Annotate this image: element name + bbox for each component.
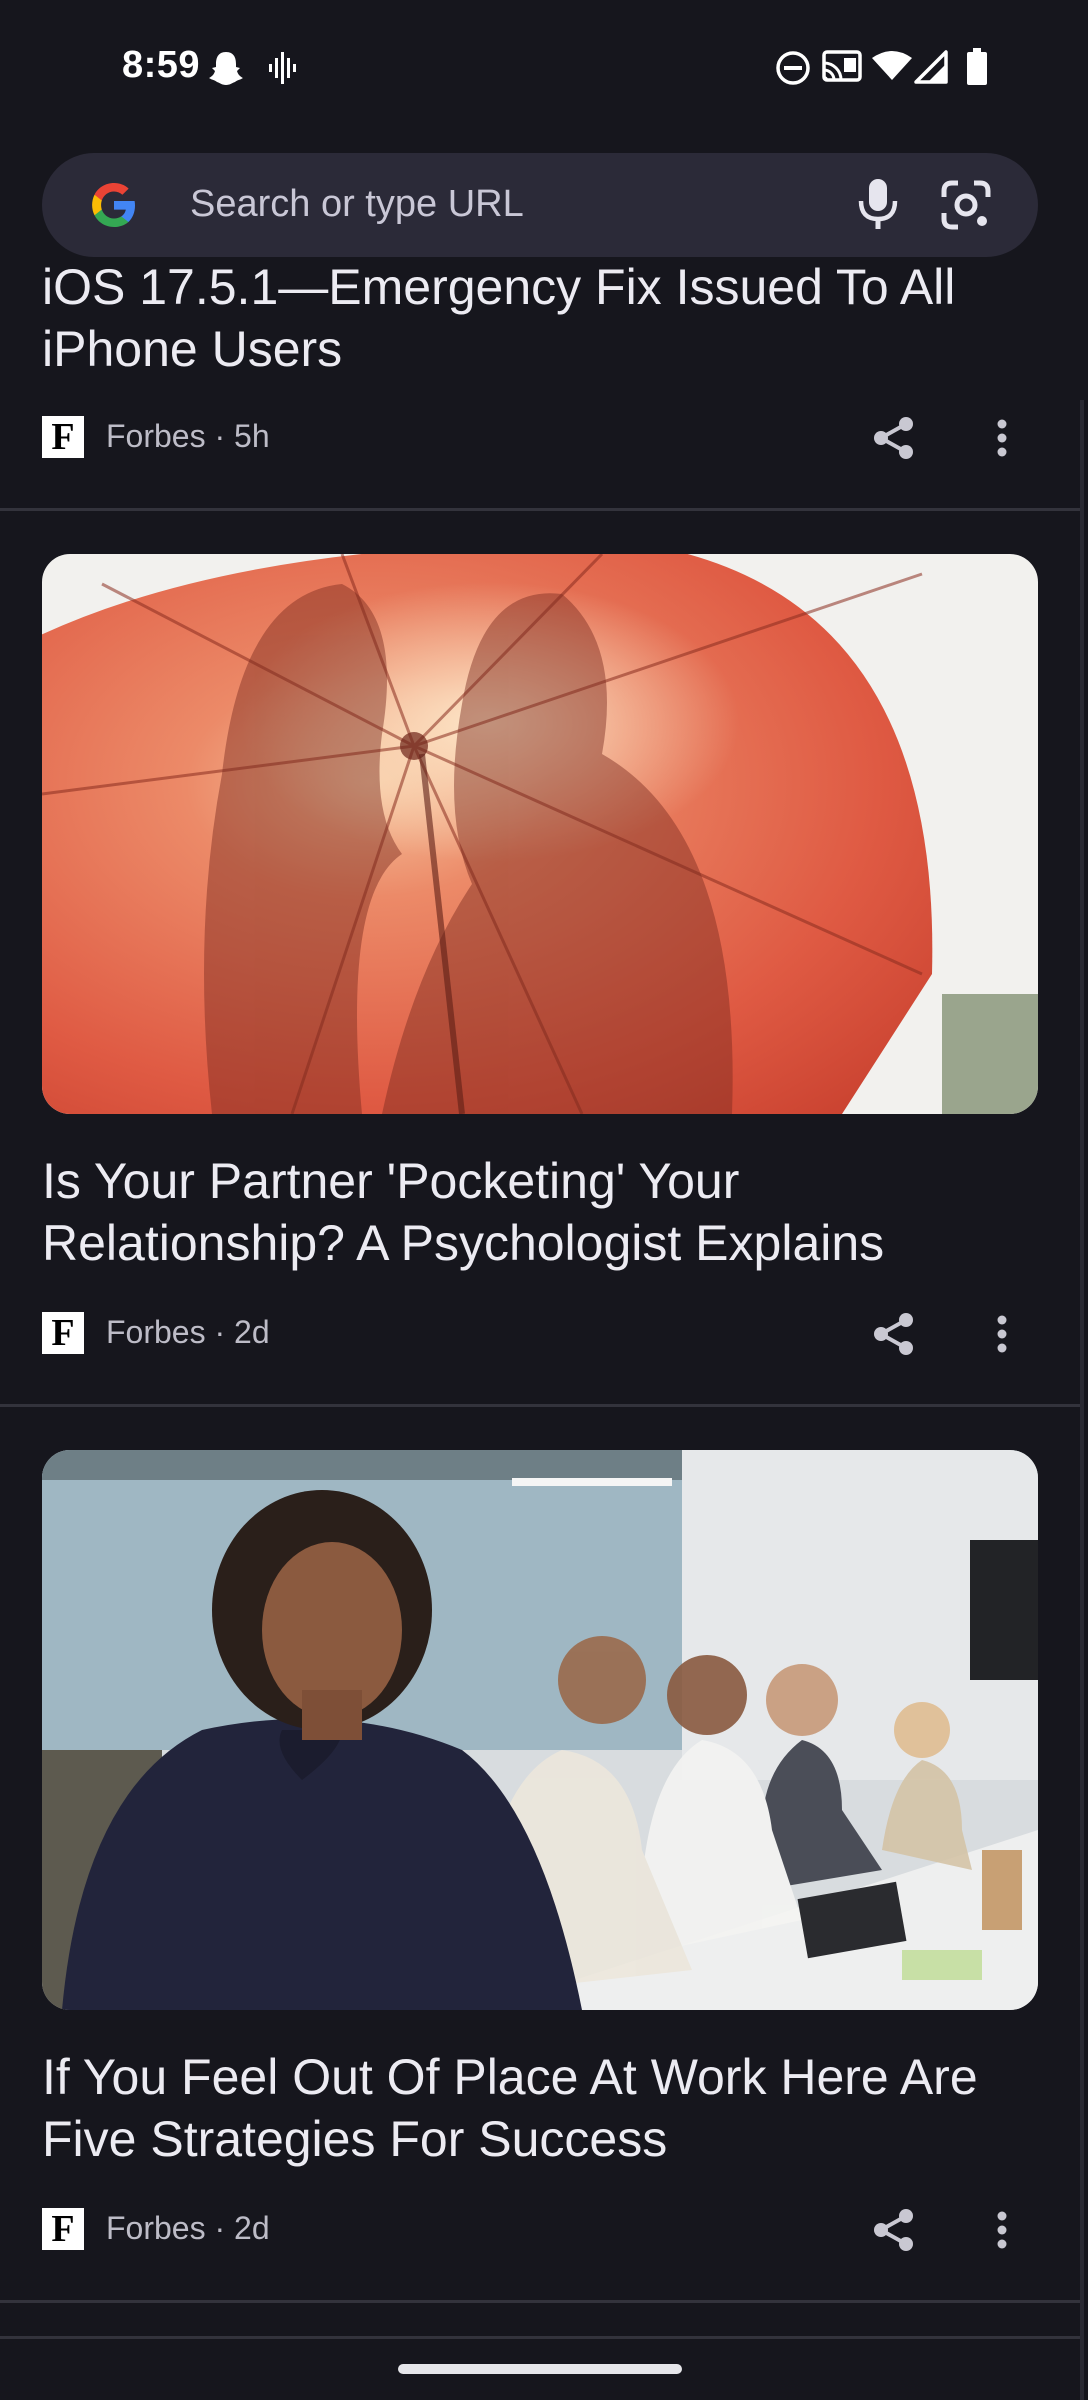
office-meeting-image: [42, 1450, 1038, 2010]
snapchat-icon: [209, 52, 243, 85]
article-title-line-2: Five Strategies For Success: [42, 2111, 668, 2167]
share-icon: [874, 417, 913, 459]
more-options-button[interactable]: [982, 1306, 1022, 1362]
article-title-line-1: If You Feel Out Of Place At Work Here Ar…: [42, 2049, 978, 2105]
article-meta: F Forbes · 2d: [42, 1304, 1042, 1364]
search-placeholder[interactable]: Search or type URL: [190, 183, 524, 226]
share-icon: [874, 2209, 913, 2251]
status-time: 8:59: [122, 44, 201, 86]
article-image-umbrella[interactable]: [42, 554, 1038, 1114]
divider: [0, 1404, 1080, 1407]
forbes-logo: F: [42, 416, 84, 458]
umbrella-couple-image: [42, 554, 1038, 1114]
google-lens-icon[interactable]: [938, 177, 994, 233]
omnibox-search-bar[interactable]: Search or type URL: [42, 153, 1038, 257]
microphone-icon[interactable]: [856, 175, 900, 235]
article-title[interactable]: iOS 17.5.1—Emergency Fix Issued To All i…: [42, 256, 1042, 380]
more-vert-icon: [997, 419, 1007, 457]
forbes-logo: F: [42, 1312, 84, 1354]
gesture-navigation-handle[interactable]: [398, 2364, 682, 2374]
more-vert-icon: [997, 2211, 1007, 2249]
article-title[interactable]: If You Feel Out Of Place At Work Here Ar…: [42, 2046, 1042, 2170]
more-options-button[interactable]: [982, 2202, 1022, 2258]
do-not-disturb-icon: [776, 51, 810, 85]
share-button[interactable]: [864, 410, 924, 466]
share-button[interactable]: [864, 2202, 924, 2258]
more-options-button[interactable]: [982, 410, 1022, 466]
divider: [0, 508, 1080, 511]
article-title-line-2: Relationship? A Psychologist Explains: [42, 1215, 885, 1271]
source-and-time: Forbes · 2d: [106, 2210, 270, 2246]
forbes-logo: F: [42, 2208, 84, 2250]
more-vert-icon: [997, 1315, 1007, 1353]
status-bar: 8:59: [0, 0, 1088, 130]
source-and-time: Forbes · 2d: [106, 1314, 270, 1350]
voice-wave-icon: [269, 52, 296, 84]
source-and-time: Forbes · 5h: [106, 418, 270, 454]
article-title[interactable]: Is Your Partner 'Pocketing' Your Relatio…: [42, 1150, 1042, 1274]
share-button[interactable]: [864, 1306, 924, 1362]
article-title-line-1: iOS 17.5.1—Emergency Fix Issued To All: [42, 259, 956, 315]
wifi-icon: [872, 51, 912, 80]
article-meta: F Forbes · 2d: [42, 2200, 1042, 2260]
article-meta: F Forbes · 5h: [42, 408, 1042, 468]
article-title-line-1: Is Your Partner 'Pocketing' Your: [42, 1153, 740, 1209]
share-icon: [874, 1313, 913, 1355]
discover-feed[interactable]: iOS 17.5.1—Emergency Fix Issued To All i…: [0, 130, 1088, 2400]
battery-icon: [967, 48, 987, 85]
article-image-office[interactable]: [42, 1450, 1038, 2010]
divider: [0, 2300, 1080, 2303]
scrollbar-track: [1080, 400, 1084, 2400]
chrome-new-tab-feed: iOS 17.5.1—Emergency Fix Issued To All i…: [0, 0, 1088, 2400]
article-title-line-2: iPhone Users: [42, 321, 343, 377]
divider: [0, 2336, 1080, 2339]
cellular-signal-icon: [914, 50, 948, 84]
google-logo: [92, 183, 135, 227]
cast-icon: [822, 50, 862, 82]
